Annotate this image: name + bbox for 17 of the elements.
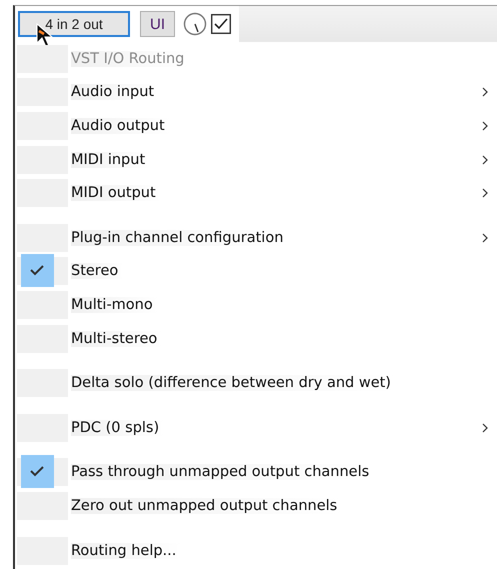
menu-item[interactable]: Audio output [15, 109, 497, 143]
menu-item[interactable]: MIDI output [15, 176, 497, 210]
menu-item[interactable]: Multi-mono [15, 288, 497, 322]
io-button[interactable]: 4 in 2 out [18, 11, 130, 37]
menu-item[interactable]: Multi-stereo [15, 322, 497, 356]
menu-item[interactable]: PDC (0 spls) [15, 410, 497, 445]
menu-item[interactable]: Plug-in channel configuration [15, 220, 497, 255]
menu-item[interactable]: Delta solo (difference between dry and wet) [15, 366, 497, 400]
menu-item[interactable]: MIDI input [15, 142, 497, 176]
bypass-checkbox[interactable] [211, 14, 231, 34]
menu-item[interactable]: Routing help... [15, 534, 497, 568]
menu-item[interactable]: Pass through unmapped output channels [15, 456, 497, 490]
ui-button[interactable]: UI [140, 11, 175, 37]
menu-item[interactable]: Stereo [15, 254, 497, 288]
menu-item[interactable]: Zero out unmapped output channels [15, 489, 497, 523]
menu-item[interactable]: Audio input [15, 76, 497, 110]
knob-icon[interactable] [183, 12, 207, 36]
